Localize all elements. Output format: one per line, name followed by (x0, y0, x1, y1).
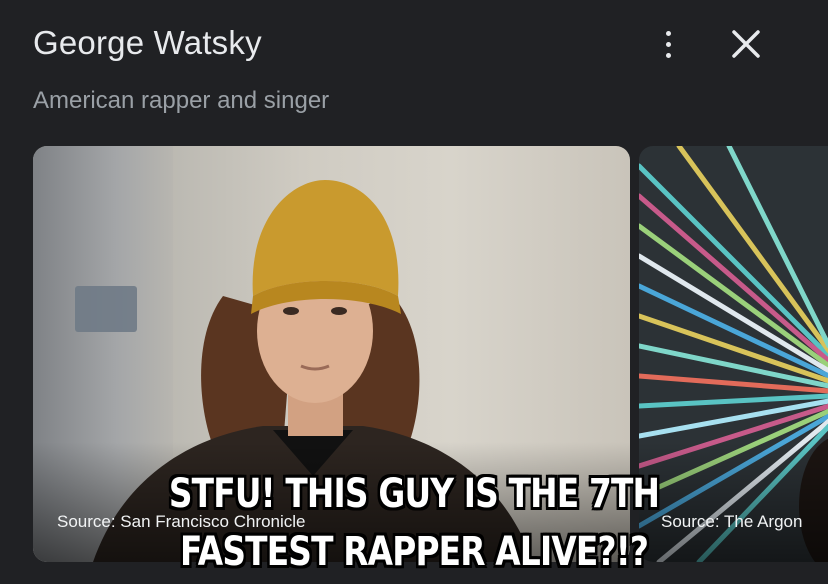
meme-caption-line-1: STFU! THIS GUY IS THE 7TH (168, 471, 660, 517)
meme-caption-line-2: FASTEST RAPPER ALIVE?!? (179, 529, 649, 575)
more-vert-icon-dot (665, 41, 671, 47)
more-vert-icon-dot (665, 52, 671, 58)
panel-subtitle: American rapper and singer (33, 87, 330, 114)
more-vert-icon (665, 30, 671, 36)
panel-title: George Watsky (33, 24, 262, 61)
close-icon (732, 30, 760, 58)
close-button[interactable] (726, 24, 766, 64)
more-options-button[interactable] (652, 26, 684, 62)
